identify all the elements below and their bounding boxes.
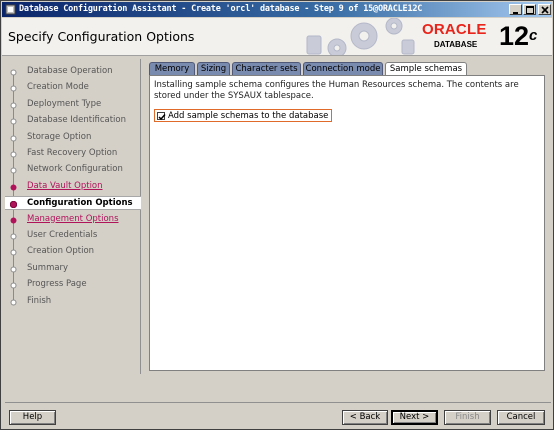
tab-connection-mode[interactable]: Connection mode: [303, 62, 383, 76]
nav-step-network-configuration: Network Configuration: [5, 163, 141, 177]
next-button[interactable]: Next >: [391, 410, 438, 425]
step-indicator-icon: [10, 299, 17, 306]
nav-step-creation-option: Creation Option: [5, 245, 141, 259]
nav-step-configuration-options[interactable]: Configuration Options: [5, 196, 141, 211]
oracle-logo-text: ORACLE: [422, 21, 487, 38]
content-area: Memory Sizing Character sets Connection mod…: [145, 59, 551, 374]
nav-step-label: Creation Option: [27, 246, 95, 257]
step-indicator-icon: [10, 282, 17, 289]
nav-step-database-operation: Database Operation: [5, 65, 141, 79]
nav-step-storage-option: Storage Option: [5, 131, 141, 145]
oracle-logo-subtitle: DATABASE: [434, 40, 478, 49]
dbca-window: Database Configuration Assistant - Creat…: [0, 0, 554, 430]
nav-step-user-credentials: User Credentials: [5, 229, 141, 243]
step-indicator-icon: [10, 102, 17, 109]
minimize-button[interactable]: [509, 4, 522, 15]
nav-step-label: Storage Option: [27, 131, 92, 142]
tab-sizing[interactable]: Sizing: [197, 62, 230, 76]
steps-navigation: Database Operation Creation Mode Deploymen…: [5, 59, 141, 374]
nav-step-summary: Summary: [5, 262, 141, 276]
step-indicator-icon: [10, 184, 17, 191]
nav-step-data-vault-option[interactable]: Data Vault Option: [5, 180, 141, 194]
sample-schemas-panel: Installing sample schema configures the …: [149, 75, 545, 371]
nav-step-label: Progress Page: [27, 279, 87, 290]
sample-schema-description: Installing sample schema configures the …: [154, 80, 519, 101]
nav-step-management-options[interactable]: Management Options: [5, 213, 141, 227]
step-indicator-icon: [10, 135, 17, 142]
nav-step-label: Finish: [27, 295, 52, 306]
finish-button[interactable]: Finish: [444, 410, 491, 425]
oracle-logo: ORACLE DATABASE: [422, 21, 494, 53]
nav-step-label: Deployment Type: [27, 98, 102, 109]
nav-step-deployment-type: Deployment Type: [5, 98, 141, 112]
next-button-label: Next >: [399, 412, 430, 422]
add-sample-schemas-checkbox[interactable]: [157, 112, 166, 121]
step-indicator-icon: [10, 151, 17, 158]
cancel-button-label: Cancel: [506, 412, 536, 422]
title-bar[interactable]: Database Configuration Assistant - Creat…: [2, 2, 552, 17]
app-icon: [5, 4, 16, 15]
footer-separator: [5, 402, 551, 403]
cancel-button[interactable]: Cancel: [497, 410, 545, 425]
step-indicator-icon: [10, 69, 17, 76]
close-icon: [541, 6, 549, 14]
nav-step-fast-recovery-option: Fast Recovery Option: [5, 147, 141, 161]
nav-step-label: Summary: [27, 262, 69, 273]
tab-character-sets[interactable]: Character sets: [232, 62, 301, 76]
nav-step-label: Data Vault Option: [27, 180, 103, 191]
step-indicator-icon: [10, 233, 17, 240]
help-button-label: Help: [22, 412, 43, 422]
nav-step-progress-page: Progress Page: [5, 278, 141, 292]
nav-step-label: Network Configuration: [27, 164, 123, 175]
help-button[interactable]: Help: [9, 410, 56, 425]
back-button[interactable]: < Back: [342, 410, 388, 425]
maximize-icon: [526, 6, 534, 14]
nav-step-label: Database Operation: [27, 66, 113, 76]
step-indicator-icon: [10, 118, 17, 125]
close-window-button[interactable]: [538, 4, 551, 15]
tab-memory[interactable]: Memory: [149, 62, 195, 76]
nav-step-finish: Finish: [5, 295, 141, 309]
add-sample-schemas-option[interactable]: Add sample schemas to the database: [154, 109, 333, 122]
nav-step-label: Management Options: [27, 213, 119, 224]
step-indicator-icon: [10, 249, 17, 256]
step-indicator-icon: [10, 167, 17, 174]
page-heading: Specify Configuration Options: [8, 29, 195, 44]
step-indicator-icon: [10, 201, 17, 209]
maximize-button[interactable]: [523, 4, 536, 15]
nav-step-label: Configuration Options: [27, 198, 133, 209]
finish-button-label: Finish: [455, 412, 480, 422]
gears-decoration-icon: [306, 18, 415, 55]
version-badge: 12c: [499, 20, 537, 52]
version-suffix: c: [529, 27, 538, 44]
step-indicator-icon: [10, 266, 17, 273]
version-number: 12: [499, 21, 530, 51]
step-indicator-icon: [10, 217, 17, 224]
window-title: Database Configuration Assistant - Creat…: [19, 4, 423, 14]
nav-step-database-identification: Database Identification: [5, 114, 141, 128]
add-sample-schemas-label: Add sample schemas to the database: [168, 111, 329, 121]
nav-step-label: Creation Mode: [27, 82, 89, 93]
back-button-label: < Back: [349, 412, 381, 422]
nav-step-label: Fast Recovery Option: [27, 148, 118, 158]
header-banner: Specify Configuration Options ORACLE DAT…: [2, 18, 552, 56]
checkmark-icon: [158, 114, 166, 121]
nav-step-creation-mode: Creation Mode: [5, 81, 141, 95]
nav-step-label: Database Identification: [27, 115, 126, 126]
minimize-icon: [513, 12, 518, 14]
nav-step-label: User Credentials: [27, 230, 98, 240]
step-indicator-icon: [10, 85, 17, 92]
